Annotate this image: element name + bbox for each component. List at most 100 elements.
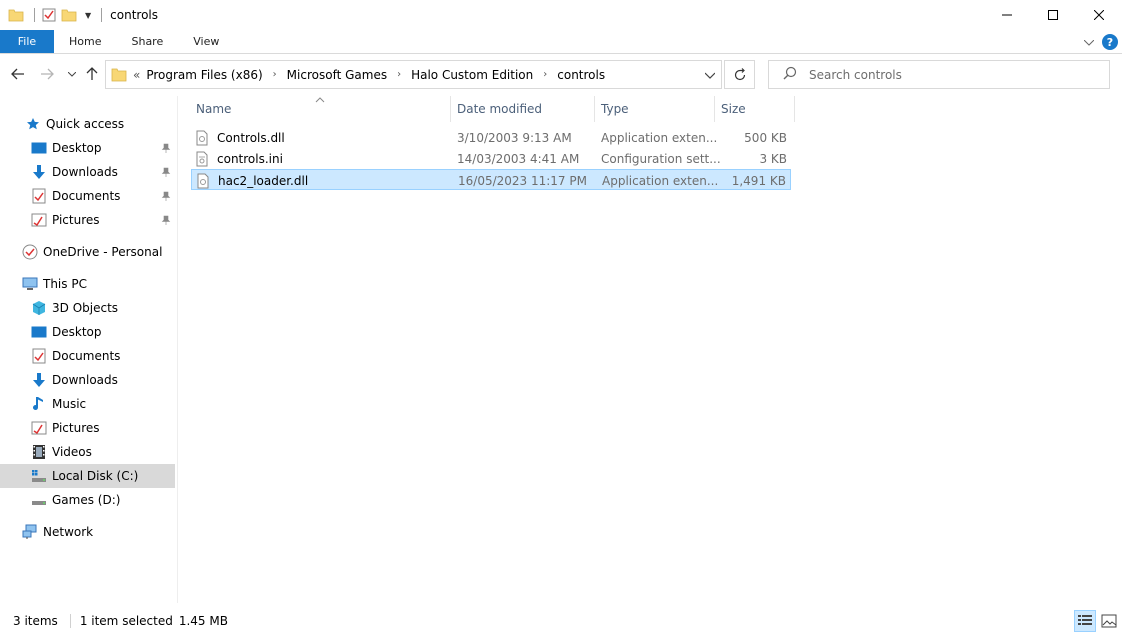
new-folder-icon[interactable]	[61, 7, 77, 23]
sidebar-item-desktop[interactable]: Desktop	[0, 136, 175, 160]
sidebar-item-music[interactable]: Music	[0, 392, 175, 416]
tab-view[interactable]: View	[178, 30, 234, 53]
title-bar: ▼ controls	[0, 0, 1122, 30]
column-header-date-modified[interactable]: Date modified	[457, 96, 593, 122]
file-date: 3/10/2003 9:13 AM	[457, 130, 572, 145]
crumb-halo-custom-edition[interactable]: Halo Custom Edition	[411, 68, 533, 82]
file-size: 500 KB	[744, 130, 787, 145]
column-divider[interactable]	[594, 96, 595, 122]
crumb-controls[interactable]: controls	[557, 68, 605, 82]
large-icons-view-button[interactable]	[1098, 610, 1120, 632]
sidebar-item-label: Quick access	[46, 117, 125, 131]
chevron-right-icon[interactable]: ›	[397, 69, 401, 80]
file-row[interactable]: hac2_loader.dll 16/05/2023 11:17 PM Appl…	[191, 169, 791, 190]
navigation-pane: Quick access Desktop Downloads Documents	[0, 96, 178, 603]
file-size: 1,491 KB	[731, 173, 786, 188]
back-arrow-icon	[11, 68, 24, 80]
customize-toolbar-dropdown-icon[interactable]: ▼	[85, 11, 91, 20]
onedrive-icon	[22, 244, 38, 260]
chevron-right-icon[interactable]: ›	[273, 69, 277, 80]
column-divider[interactable]	[450, 96, 451, 122]
sidebar-item-games-d[interactable]: Games (D:)	[0, 488, 175, 512]
crumb-microsoft-games[interactable]: Microsoft Games	[287, 68, 387, 82]
star-icon	[25, 116, 41, 132]
forward-button[interactable]	[38, 65, 56, 83]
address-history-dropdown[interactable]	[704, 67, 716, 86]
pin-icon[interactable]	[161, 142, 171, 156]
refresh-icon	[734, 67, 745, 80]
network-icon	[22, 524, 38, 540]
properties-icon[interactable]	[41, 7, 57, 23]
sidebar-item-documents-pc[interactable]: Documents	[0, 344, 175, 368]
sidebar-item-this-pc[interactable]: This PC	[0, 272, 175, 296]
column-divider[interactable]	[714, 96, 715, 122]
refresh-button[interactable]	[724, 60, 755, 89]
desktop-icon	[31, 140, 47, 156]
sidebar-item-local-disk-c[interactable]: Local Disk (C:)	[0, 464, 175, 488]
download-arrow-icon	[31, 164, 47, 180]
sidebar-item-label: Games (D:)	[52, 493, 121, 507]
pin-icon[interactable]	[161, 166, 171, 180]
sidebar-item-desktop-pc[interactable]: Desktop	[0, 320, 175, 344]
sidebar-item-label: Music	[52, 397, 87, 411]
crumb-program-files[interactable]: Program Files (x86)	[146, 68, 262, 82]
overflow-crumbs[interactable]: «	[133, 68, 140, 82]
3d-objects-icon	[31, 300, 47, 316]
sidebar-item-pictures-pc[interactable]: Pictures	[0, 416, 175, 440]
file-type: Application exten...	[601, 130, 718, 145]
details-view-icon	[1078, 615, 1092, 625]
window-controls	[984, 0, 1122, 30]
sidebar-item-label: Downloads	[52, 165, 118, 179]
back-button[interactable]	[9, 65, 27, 83]
tab-file[interactable]: File	[0, 30, 54, 53]
address-bar[interactable]: « Program Files (x86) › Microsoft Games …	[105, 60, 722, 89]
help-icon[interactable]: ?	[1102, 34, 1118, 50]
file-row[interactable]: Controls.dll 3/10/2003 9:13 AM Applicati…	[191, 127, 791, 148]
file-row[interactable]: controls.ini 14/03/2003 4:41 AM Configur…	[191, 148, 791, 169]
close-button[interactable]	[1076, 0, 1122, 30]
column-header-size[interactable]: Size	[721, 96, 793, 122]
tab-home[interactable]: Home	[54, 30, 116, 53]
sidebar-item-onedrive[interactable]: OneDrive - Personal	[0, 240, 175, 264]
item-count: 3 items	[13, 614, 58, 628]
sidebar-item-label: Documents	[52, 189, 121, 203]
sidebar-item-downloads[interactable]: Downloads	[0, 160, 175, 184]
pin-icon[interactable]	[161, 190, 171, 204]
search-box[interactable]: Search controls	[768, 60, 1110, 89]
search-icon	[783, 66, 797, 83]
minimize-button[interactable]	[984, 0, 1030, 30]
sidebar-item-downloads-pc[interactable]: Downloads	[0, 368, 175, 392]
column-header-name[interactable]: Name	[196, 96, 451, 122]
file-name: hac2_loader.dll	[218, 173, 309, 188]
sidebar-item-pictures[interactable]: Pictures	[0, 208, 175, 232]
breadcrumb: Program Files (x86) › Microsoft Games › …	[146, 68, 605, 82]
file-type: Application exten...	[602, 173, 719, 188]
pin-icon[interactable]	[161, 214, 171, 228]
pictures-icon	[31, 420, 47, 436]
folder-icon[interactable]	[8, 7, 24, 23]
computer-icon	[22, 276, 38, 292]
column-divider[interactable]	[794, 96, 795, 122]
sidebar-item-3d-objects[interactable]: 3D Objects	[0, 296, 175, 320]
maximize-button[interactable]	[1030, 0, 1076, 30]
sidebar-item-videos[interactable]: Videos	[0, 440, 175, 464]
expand-ribbon-icon[interactable]	[1083, 35, 1095, 49]
column-header-type[interactable]: Type	[601, 96, 713, 122]
ini-file-icon	[194, 151, 210, 167]
view-switcher	[1072, 610, 1120, 632]
file-name: controls.ini	[217, 151, 283, 166]
sidebar-item-label: Pictures	[52, 421, 100, 435]
sidebar-item-network[interactable]: Network	[0, 520, 175, 544]
drive-icon	[31, 492, 47, 508]
search-input[interactable]: Search controls	[809, 68, 902, 82]
file-name-cell: Controls.dll	[194, 127, 285, 148]
up-button[interactable]	[83, 65, 101, 83]
sidebar-item-quick-access[interactable]: Quick access	[0, 112, 175, 136]
desktop-icon	[31, 324, 47, 340]
quick-access-toolbar: ▼ controls	[0, 7, 158, 23]
tab-share[interactable]: Share	[116, 30, 178, 53]
chevron-right-icon[interactable]: ›	[543, 69, 547, 80]
details-view-button[interactable]	[1074, 610, 1096, 632]
recent-locations-button[interactable]	[63, 65, 81, 83]
sidebar-item-documents[interactable]: Documents	[0, 184, 175, 208]
